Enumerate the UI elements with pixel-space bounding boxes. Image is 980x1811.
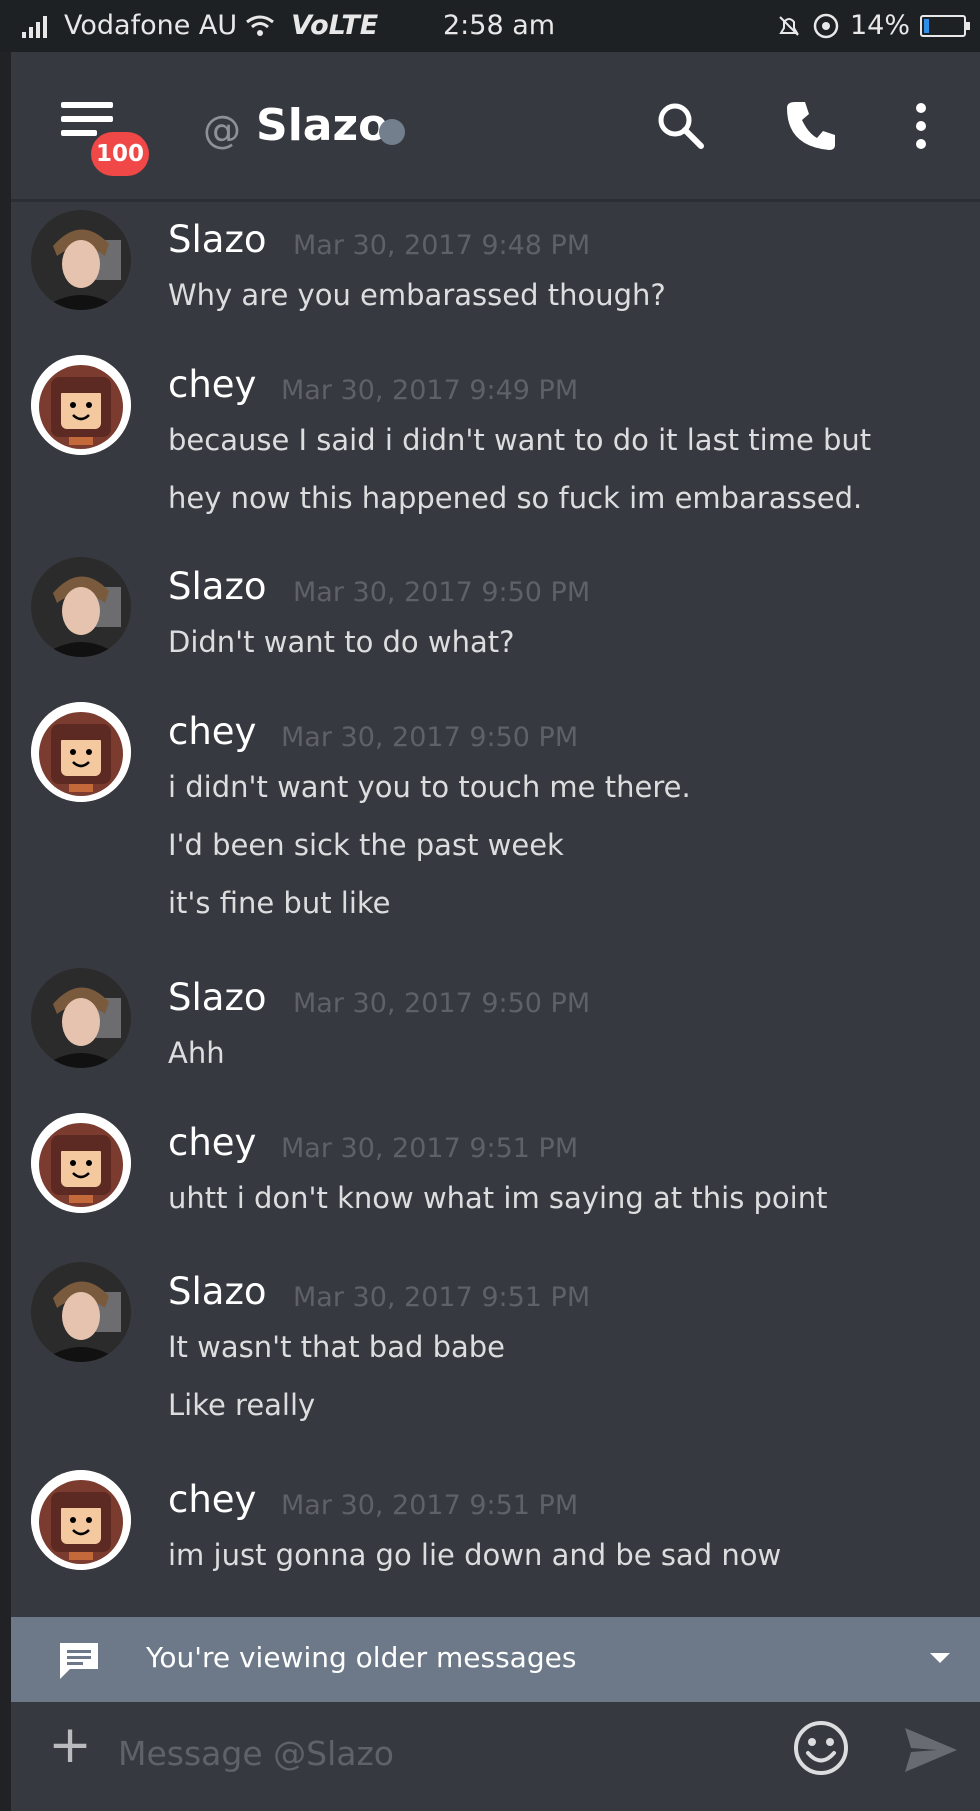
at-symbol: @: [203, 108, 241, 152]
message-text: hey now this happened so fuck im embaras…: [168, 481, 863, 515]
avatar[interactable]: [31, 355, 131, 455]
network-label: VoLTE: [291, 10, 379, 41]
discord-dm-screen: Vodafone AU VoLTE 2:58 am 14% 100 @ Slaz…: [0, 0, 980, 1811]
message-timestamp: Mar 30, 2017 9:50 PM: [293, 577, 591, 608]
message-timestamp: Mar 30, 2017 9:48 PM: [293, 230, 591, 261]
message-author[interactable]: chey: [168, 710, 256, 753]
channel-title[interactable]: Slazo: [256, 100, 388, 151]
message-author[interactable]: chey: [168, 1478, 256, 1521]
avatar[interactable]: [31, 210, 131, 310]
older-messages-text: You're viewing older messages: [146, 1641, 577, 1674]
status-right: 14%: [776, 10, 970, 41]
avatar[interactable]: [31, 1113, 131, 1213]
message-text: It wasn't that bad babe: [168, 1330, 506, 1364]
message-timestamp: Mar 30, 2017 9:50 PM: [281, 722, 579, 753]
search-icon[interactable]: [651, 96, 711, 156]
avatar[interactable]: [31, 1470, 131, 1570]
left-edge: [0, 0, 11, 1811]
send-icon[interactable]: [901, 1722, 961, 1778]
message-timestamp: Mar 30, 2017 9:51 PM: [281, 1133, 579, 1164]
message-text: because I said i didn't want to do it la…: [168, 423, 872, 457]
clock: 2:58 am: [443, 10, 556, 41]
carrier-name: Vodafone AU: [64, 10, 238, 41]
message-timestamp: Mar 30, 2017 9:51 PM: [281, 1490, 579, 1521]
avatar[interactable]: [31, 968, 131, 1068]
message-timestamp: Mar 30, 2017 9:51 PM: [293, 1282, 591, 1313]
message-input[interactable]: [116, 1722, 680, 1784]
battery-icon: [920, 14, 970, 37]
status-bar: Vodafone AU VoLTE 2:58 am 14%: [0, 0, 980, 52]
chevron-down-icon[interactable]: [930, 1653, 950, 1663]
message-timestamp: Mar 30, 2017 9:49 PM: [281, 375, 579, 406]
message-author[interactable]: chey: [168, 1121, 256, 1164]
data-saver-icon: [813, 13, 839, 38]
add-attachment-button[interactable]: +: [45, 1719, 95, 1771]
message-author[interactable]: Slazo: [168, 976, 267, 1019]
phone-icon[interactable]: [781, 96, 841, 156]
more-vertical-icon[interactable]: [891, 96, 951, 156]
signal-icon: [22, 15, 47, 38]
avatar[interactable]: [31, 702, 131, 802]
status-left: Vodafone AU VoLTE: [22, 10, 378, 41]
chat-bubble-icon: [60, 1643, 98, 1679]
status-dot: [379, 119, 405, 145]
message-text: Like really: [168, 1388, 316, 1422]
unread-badge: 100: [91, 132, 149, 176]
battery-fill: [924, 18, 929, 33]
message-text: im just gonna go lie down and be sad now: [168, 1538, 782, 1572]
channel-header: 100 @ Slazo: [11, 52, 980, 202]
battery-percent: 14%: [849, 10, 910, 41]
emoji-icon[interactable]: [791, 1718, 851, 1778]
message-text: it's fine but like: [168, 886, 391, 920]
avatar[interactable]: [31, 1262, 131, 1362]
avatar[interactable]: [31, 557, 131, 657]
message-text: Ahh: [168, 1036, 225, 1070]
message-text: Why are you embarassed though?: [168, 278, 666, 312]
wifi-icon: [246, 15, 275, 36]
message-text: Didn't want to do what?: [168, 625, 515, 659]
message-timestamp: Mar 30, 2017 9:50 PM: [293, 988, 591, 1019]
message-text: i didn't want you to touch me there.: [168, 770, 691, 804]
message-author[interactable]: Slazo: [168, 1270, 267, 1313]
message-text: I'd been sick the past week: [168, 828, 564, 862]
message-composer: +: [11, 1702, 980, 1811]
message-author[interactable]: Slazo: [168, 565, 267, 608]
message-text: uhtt i don't know what im saying at this…: [168, 1181, 828, 1215]
alarm-icon: [779, 15, 799, 36]
message-author[interactable]: chey: [168, 363, 256, 406]
older-messages-banner[interactable]: You're viewing older messages: [11, 1617, 980, 1702]
message-author[interactable]: Slazo: [168, 218, 267, 261]
